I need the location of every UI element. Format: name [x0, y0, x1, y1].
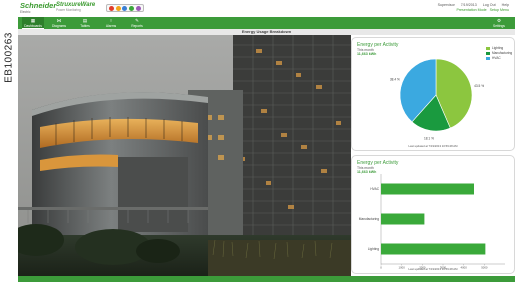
document-reference-label: EB100263	[3, 32, 15, 83]
user-area: Supervisor 7/19/2013 Log Out Help Presen…	[433, 3, 509, 14]
building-photo-illustration	[18, 35, 351, 276]
logout-link[interactable]: Log Out	[483, 3, 496, 7]
nav-diagrams-label: Diagrams	[51, 23, 67, 28]
nav-settings-label: Settings	[493, 23, 505, 28]
main-navigation: ▦ Dashboards ⋈ Diagrams ▤ Tables ! Alarm…	[18, 17, 515, 29]
document-reference-tag: EB100263	[0, 0, 18, 282]
help-link[interactable]: Help	[502, 3, 509, 7]
bar-category-label: Manufacturing	[359, 217, 379, 221]
nav-reports-label: Reports	[131, 23, 143, 28]
bar-category-label: Lighting	[368, 247, 379, 251]
bar-category-label: HVAC	[370, 187, 379, 191]
bar-lighting[interactable]	[381, 243, 486, 255]
nav-dashboards[interactable]: ▦ Dashboards	[22, 17, 44, 29]
pie-data-label: 38.4 %	[390, 77, 400, 81]
schneider-logo: Schneider Electric	[20, 2, 56, 14]
nav-alarms-label: Alarms	[105, 23, 117, 28]
nav-alarms[interactable]: ! Alarms	[100, 17, 122, 29]
energy-pie-panel: Energy per Activity This month 11,663 kW…	[351, 37, 515, 151]
presentation-mode-link[interactable]: Presentation Mode	[456, 8, 486, 12]
nav-dashboards-label: Dashboards	[24, 23, 42, 28]
logo-sub: Electric	[20, 9, 31, 14]
energy-bar-panel: Energy per Activity This month 11,663 kW…	[351, 155, 515, 274]
nav-reports[interactable]: ✎ Reports	[126, 17, 148, 29]
browser-dot-icon	[122, 5, 128, 11]
pie-panel-footer: Last updated at 7/19/2013 10:59:48 AM	[408, 144, 458, 148]
pie-data-label: 18.1 %	[424, 136, 434, 140]
building-photo	[18, 35, 351, 276]
setup-menu-link[interactable]: Setup Menu	[490, 8, 509, 12]
browser-dot-icon	[108, 5, 114, 11]
current-date: 7/19/2013	[460, 3, 477, 7]
struxureware-logo: StruxureWare Power Monitoring	[56, 2, 95, 12]
pie-chart: 43.5 % 18.1 % 38.4 %	[390, 58, 484, 140]
footer-bar	[18, 276, 515, 282]
pie-data-label: 43.5 %	[474, 84, 484, 88]
nav-tables-label: Tables	[80, 23, 90, 28]
browser-dot-icon	[136, 5, 142, 11]
app-window: Schneider Electric StruxureWare Power Mo…	[18, 0, 515, 282]
bar-manufacturing[interactable]	[381, 213, 425, 225]
top-header: Schneider Electric StruxureWare Power Mo…	[18, 0, 515, 17]
browser-dot-icon	[129, 5, 135, 11]
nav-tables[interactable]: ▤ Tables	[74, 17, 96, 29]
user-name: Supervisor	[437, 3, 455, 7]
bar-chart: HVACManufacturingLighting0 1000 2000 3000 40…	[359, 174, 505, 270]
bar-hvac[interactable]	[381, 183, 474, 195]
product-sub: Power Monitoring	[56, 8, 81, 12]
nav-settings[interactable]: ⚙ Settings	[488, 17, 510, 29]
bar-panel-footer: Last updated at 7/19/2013 10:59:48 AM	[408, 267, 458, 271]
nav-diagrams[interactable]: ⋈ Diagrams	[48, 17, 70, 29]
browser-dot-icon	[115, 5, 121, 11]
browser-icons-strip	[106, 4, 144, 12]
logo-name: Schneider	[20, 1, 57, 10]
